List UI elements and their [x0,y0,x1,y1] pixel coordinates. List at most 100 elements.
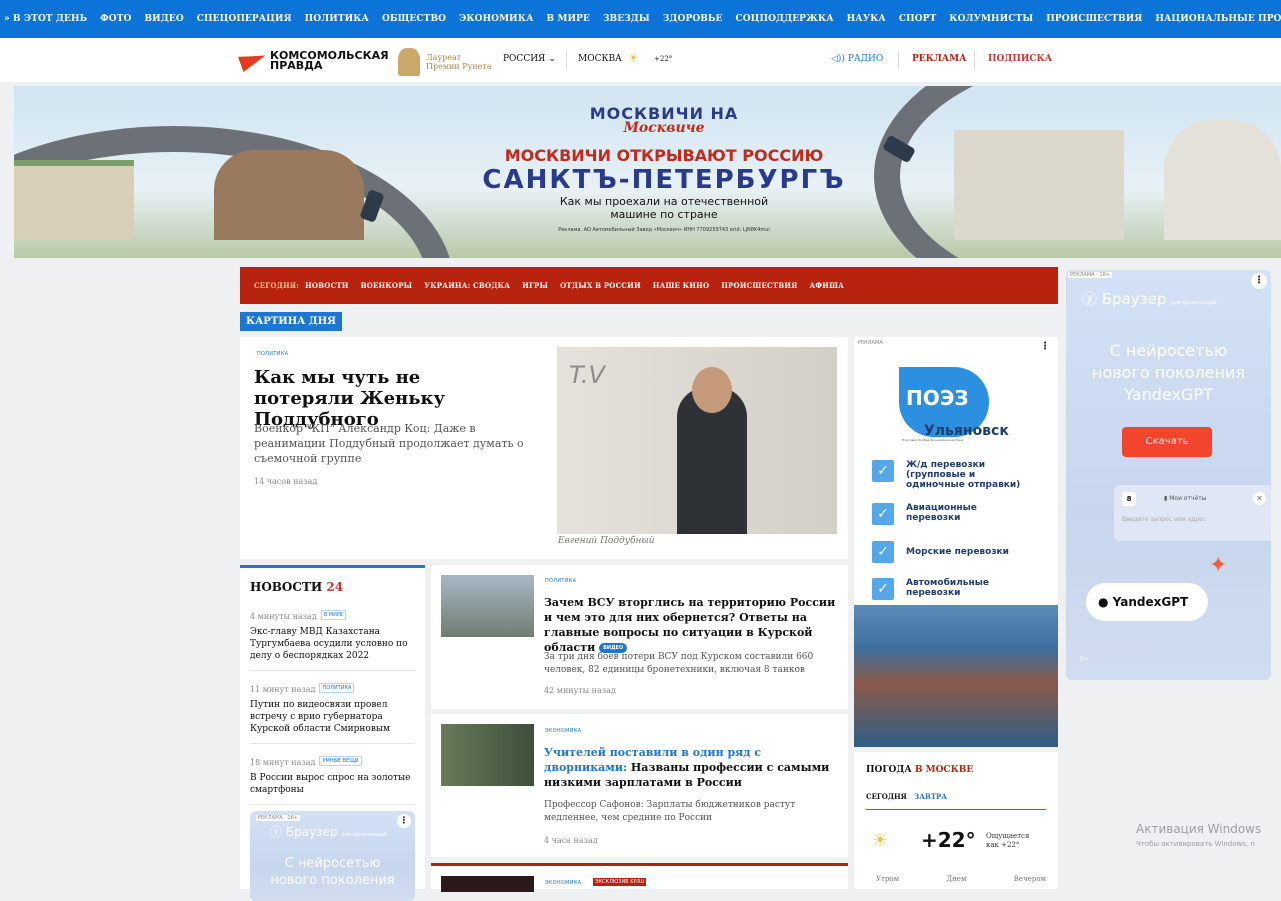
poez-item-text: Ж/д перевозки (групповые и одиночные отп… [906,460,1021,490]
speaker-icon: ◁)) [831,54,845,64]
region-selector[interactable]: РОССИЯ ⌄ [503,54,556,64]
site-logo[interactable]: КОМСОМОЛЬСКАЯ ПРАВДА [240,50,389,72]
story-card[interactable]: ЭКОНОМИКА ЭКСКЛЮЗИВ KP.RU [431,863,848,892]
news-time: 11 минут назад [250,685,316,694]
brand-text: Браузер [1101,290,1167,308]
story-title-text: Зачем ВСУ вторглись на территорию России… [544,596,836,654]
rubric-item[interactable]: ПРОИСШЕСТВИЯ [721,281,797,290]
story-card[interactable]: ЭКОНОМИКА Учителей поставили в один ряд … [431,714,848,857]
weather-title-a: ПОГОДА [866,765,912,775]
day-parts: Утром Днем Вечером [876,875,1046,883]
topnav-item[interactable]: СПЕЦОПЕРАЦИЯ [197,14,292,24]
windows-activation-title: Активация Windows [1136,822,1262,836]
rubric-item[interactable]: УКРАИНА: СВОДКА [424,281,510,290]
subscribe-link[interactable]: ПОДПИСКА [988,54,1052,64]
part-day: Днем [946,875,967,883]
story-image[interactable] [441,876,534,892]
radio-link[interactable]: ◁)) РАДИО [831,54,883,64]
topnav-item[interactable]: В МИРЕ [547,14,590,24]
rubric-item[interactable]: ВОЕНКОРЫ [361,281,413,290]
yandex-brand: ⓨ Браузер для организаций [270,823,387,840]
topnav-item[interactable]: » В ЭТОТ ДЕНЬ [4,14,87,24]
mockup-tab: ▮ Мои отчёты [1164,495,1207,502]
close-icon: ✕ [1253,492,1266,505]
story-tag: ПОЛИТИКА [545,578,577,584]
tab-today[interactable]: СЕГОДНЯ [866,792,907,801]
rubric-item[interactable]: ИГРЫ [522,281,548,290]
headline-a: С нейросетью [1109,341,1228,360]
more-icon[interactable]: ⋮ [397,814,411,828]
yandex-browser-ad[interactable]: РЕКЛАМА · 18+ ⋮ ⓨ Браузер для организаци… [1066,270,1271,680]
story-tag: ЭКОНОМИКА [545,728,582,734]
poez-item: ✓ Авиационные перевозки [872,503,1006,525]
news-feed-title: НОВОСТИ 24 [250,580,415,594]
logo-star-icon [240,50,268,72]
rubric-item[interactable]: ОТДЫХ В РОССИИ [560,281,641,290]
tab-tomorrow[interactable]: ЗАВТРА [914,792,947,801]
story-image[interactable] [441,724,534,786]
fort-image [214,150,364,240]
ads-link[interactable]: РЕКЛАМА [912,54,966,64]
news-item[interactable]: 11 минут назад ПОЛИТИКА Путин по видеосвяз… [250,671,415,744]
banner-text: МОСКВИЧИ НА Москвиче МОСКВИЧИ ОТКРЫВАЮТ … [454,86,874,258]
banner-line2: САНКТЪ-ПЕТЕРБУРГЪ [482,165,846,195]
topnav-item[interactable]: ОБЩЕСТВО [382,14,446,24]
more-icon[interactable]: ⋮ [1040,341,1050,352]
checkmark-icon: ✓ [872,541,894,563]
story-lead: Профессор Сафонов: Зарплаты бюджетников … [544,800,796,823]
today-label: СЕГОДНЯ: [254,281,300,290]
checkmark-icon: ✓ [872,460,894,482]
topnav-item[interactable]: ВИДЕО [144,14,183,24]
story-title[interactable]: Зачем ВСУ вторглись на территорию России… [544,595,840,655]
topnav-item[interactable]: ЗВЕЗДЫ [603,14,650,24]
topnav-item[interactable]: СОЦПОДДЕРЖКА [735,14,833,24]
sun-cloud-icon: ☀ [872,830,889,851]
tab-text: Мои отчёты [1169,495,1207,502]
award-statue-icon [398,48,420,76]
kremlin-image [954,130,1124,240]
moskvich-banner-ad[interactable]: МОСКВИЧИ НА Москвиче МОСКВИЧИ ОТКРЫВАЮТ … [14,86,1281,258]
divider [974,50,975,70]
news-item[interactable]: 4 минуты назад В МИРЕ Экс-главу МВД Казахс… [250,598,415,671]
story-image[interactable] [441,575,534,637]
yandexgpt-pill: ● YandexGPT [1086,583,1208,621]
more-icon[interactable]: ⋮ [1251,273,1267,289]
rubric-item[interactable]: НОВОСТИ [305,281,349,290]
topnav-item[interactable]: ПРОИСШЕСТВИЯ [1046,14,1142,24]
topnav-item[interactable]: ФОТО [100,14,131,24]
story-title[interactable]: Учителей поставили в один ряд с дворника… [544,745,840,790]
news-text: Экс-главу МВД Казахстана Тургумбаева осу… [250,627,408,661]
story-time: 42 минуты назад [544,686,616,695]
poez-ad[interactable]: РЕКЛАМА ⋮ ПОЭЗ Ульяновск Портовая Особая… [854,337,1058,747]
divider [898,50,899,70]
story-card[interactable]: ПОЛИТИКА Зачем ВСУ вторглись на территор… [431,565,848,709]
banner-line1: МОСКВИЧИ ОТКРЫВАЮТ РОССИЮ [504,146,824,165]
news-tag: УМНЫЕ ВЕЩИ [319,755,362,766]
topnav-item[interactable]: НАУКА [847,14,886,24]
topnav-item[interactable]: ЗДОРОВЬЕ [663,14,723,24]
news-time: 18 минут назад [250,758,316,767]
story-time: 4 часа назад [544,836,598,845]
topnav-item[interactable]: СПОРТ [899,14,936,24]
topnav-item[interactable]: ПОЛИТИКА [305,14,369,24]
poez-logo: ПОЭЗ [906,386,969,410]
site-header: КОМСОМОЛЬСКАЯ ПРАВДА Лауреат Премии Рунета… [0,38,1281,82]
topnav-item[interactable]: ЭКОНОМИКА [459,14,533,24]
exclusive-tag: ЭКСКЛЮЗИВ KP.RU [593,878,647,886]
ad-label: РЕКЛАМА · 18+ [1068,272,1112,278]
main-story-photo[interactable]: T.V [557,347,837,534]
download-button[interactable]: Скачать [1122,427,1212,457]
story-lead: За три дня боев потери ВСУ под Курском с… [544,652,814,675]
runet-award[interactable]: Лауреат Премии Рунета [398,48,492,76]
rubric-item[interactable]: НАШЕ КИНО [653,281,709,290]
news-item[interactable]: 18 минут назад УМНЫЕ ВЕЩИ В России вырос с… [250,744,415,805]
main-story[interactable]: ПОЛИТИКА Как мы чуть не потеряли Женьку … [240,337,848,559]
rubric-item[interactable]: АФИША [810,281,845,290]
part-morning: Утром [876,875,900,883]
city-label[interactable]: МОСКВА [578,54,622,64]
topnav-item[interactable]: КОЛУМНИСТЫ [949,14,1033,24]
yandex-browser-ad-small[interactable]: РЕКЛАМА · 18+ ⋮ ⓨ Браузер для организаци… [250,811,415,901]
photo-caption: Евгений Поддубный [558,536,655,546]
region-label: РОССИЯ [503,54,546,64]
topnav-item[interactable]: НАЦИОНАЛЬНЫЕ ПРОЕКТЫ РОССИИ [1155,14,1281,24]
